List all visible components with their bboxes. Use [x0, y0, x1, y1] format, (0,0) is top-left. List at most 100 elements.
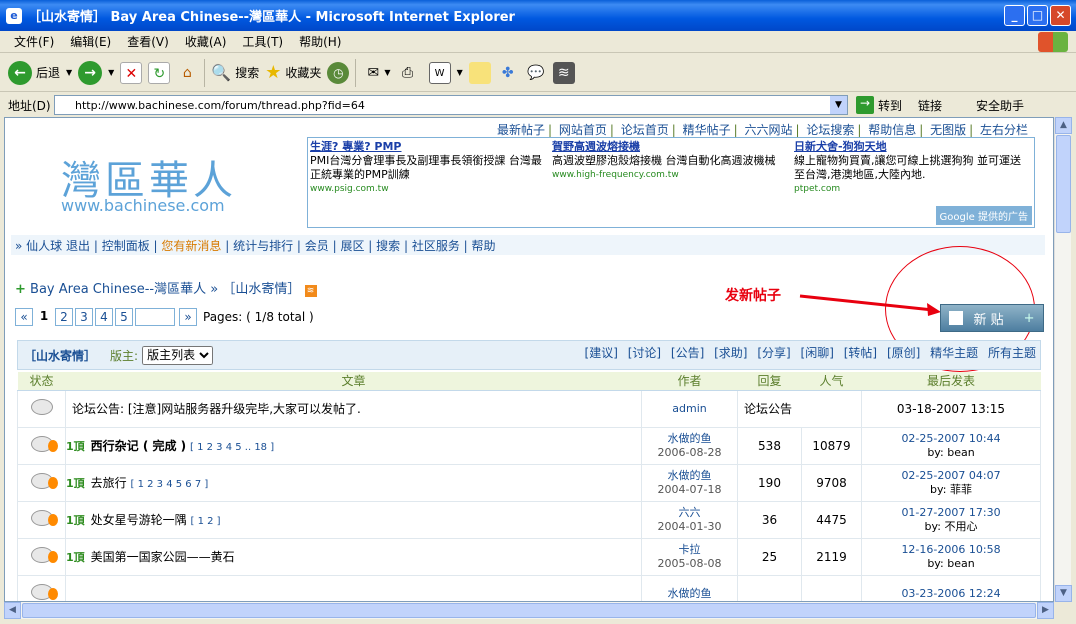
thread-title[interactable]: 西行杂记 ( 完成 )	[91, 439, 187, 453]
menu-file[interactable]: 文件(F)	[14, 33, 54, 50]
nav-exhibit[interactable]: 展区	[340, 239, 364, 253]
moderator-select[interactable]: 版主列表	[142, 345, 214, 365]
link-digest[interactable]: 精华帖子	[680, 123, 734, 137]
breadcrumb-site[interactable]: Bay Area Chinese--灣區華人	[30, 282, 206, 297]
link-help[interactable]: 帮助信息	[865, 123, 919, 137]
menu-edit[interactable]: 编辑(E)	[70, 33, 111, 50]
last-post-date[interactable]: 02-25-2007 10:44	[862, 432, 1040, 446]
vertical-scrollbar[interactable]: ▲ ▼	[1054, 117, 1072, 602]
nav-help[interactable]: 帮助	[472, 239, 496, 253]
cat-discuss[interactable]: [讨论]	[628, 346, 661, 360]
note-icon[interactable]	[468, 61, 491, 84]
thread-title[interactable]: 论坛公告: [注意]网站服务器升级完毕,大家可以发帖了.	[72, 402, 361, 416]
menu-view[interactable]: 查看(V)	[127, 33, 169, 50]
links-label[interactable]: 链接	[918, 97, 942, 114]
favorites-button[interactable]: ★ 收藏夹	[265, 62, 321, 83]
history-icon[interactable]: ◷	[327, 61, 350, 84]
link-split[interactable]: 左右分栏	[977, 123, 1031, 137]
thread-title[interactable]: 去旅行	[91, 476, 127, 490]
last-post-date[interactable]: 02-25-2007 04:07	[862, 469, 1040, 483]
cat-announce[interactable]: [公告]	[671, 346, 704, 360]
page-link[interactable]: 3	[75, 308, 93, 326]
scroll-down-icon[interactable]: ▼	[1055, 585, 1072, 602]
nav-user[interactable]: » 仙人球	[15, 239, 62, 253]
cat-chat[interactable]: [闲聊]	[801, 346, 834, 360]
mail-icon[interactable]: ✉	[362, 62, 384, 84]
nav-stats[interactable]: 统计与排行	[233, 239, 293, 253]
cat-all[interactable]: 所有主题	[988, 346, 1036, 360]
thread-title[interactable]: 美国第一国家公园——黄石	[91, 550, 235, 564]
thread-author[interactable]: 水做的鱼	[642, 587, 737, 601]
thread-pages[interactable]: [ 1 2 3 4 5 6 7 ]	[131, 479, 209, 490]
last-post-date[interactable]: 01-27-2007 17:30	[862, 506, 1040, 520]
go-button[interactable]: → 转到	[856, 96, 902, 114]
thread-author[interactable]: 水做的鱼	[642, 432, 737, 446]
nav-community[interactable]: 社区服务	[412, 239, 460, 253]
page-jump-input[interactable]	[135, 308, 175, 326]
thread-author[interactable]: 水做的鱼	[642, 469, 737, 483]
hscroll-thumb[interactable]	[22, 603, 1036, 618]
thread-pages[interactable]: [ 1 2 3 4 5 .. 18 ]	[190, 442, 274, 453]
back-button[interactable]: ← 后退 ▼	[8, 60, 72, 85]
address-input[interactable]: http://www.bachinese.com/forum/thread.ph…	[54, 95, 848, 115]
minimize-button[interactable]: _	[1004, 5, 1025, 26]
cat-original[interactable]: [原创]	[887, 346, 920, 360]
forum-name[interactable]: ［山水寄情］	[24, 347, 96, 364]
security-helper[interactable]: 安全助手	[976, 97, 1024, 114]
scroll-up-icon[interactable]: ▲	[1055, 117, 1072, 134]
breadcrumb-forum[interactable]: ［山水寄情］	[222, 282, 300, 297]
page-link[interactable]: 4	[95, 308, 113, 326]
search-button[interactable]: 🔍 搜索	[211, 63, 259, 82]
cat-suggest[interactable]: [建议]	[585, 346, 618, 360]
thread-author[interactable]: 六六	[642, 506, 737, 520]
scroll-left-icon[interactable]: ◀	[4, 602, 21, 619]
cat-help[interactable]: [求助]	[714, 346, 747, 360]
thread-title[interactable]: 处女星号游轮一隅	[91, 513, 187, 527]
print-icon[interactable]: ⎙	[397, 62, 419, 84]
nav-logout[interactable]: 退出	[66, 239, 90, 253]
link-home[interactable]: 网站首页	[556, 123, 610, 137]
google-ad-label[interactable]: Google 提供的广告	[935, 206, 1032, 225]
messenger-icon[interactable]: ✤	[497, 62, 519, 84]
menu-tools[interactable]: 工具(T)	[242, 33, 283, 50]
page-last[interactable]: »	[179, 308, 197, 326]
forward-button[interactable]: → ▼	[78, 60, 114, 85]
discuss-icon[interactable]: 💬	[525, 62, 547, 84]
nav-new-message[interactable]: 您有新消息	[161, 239, 221, 253]
menu-help[interactable]: 帮助(H)	[299, 33, 341, 50]
nav-control-panel[interactable]: 控制面板	[102, 239, 150, 253]
link-forum-home[interactable]: 论坛首页	[618, 123, 672, 137]
menu-favorites[interactable]: 收藏(A)	[185, 33, 227, 50]
last-post-date[interactable]: 12-16-2006 10:58	[862, 543, 1040, 557]
home-icon[interactable]: ⌂	[176, 62, 198, 84]
research-icon[interactable]: ≋	[552, 61, 575, 84]
refresh-icon[interactable]: ↻	[148, 61, 171, 84]
last-post-date[interactable]: 03-23-2006 12:24	[862, 587, 1040, 601]
link-latest[interactable]: 最新帖子	[494, 123, 548, 137]
edit-icon[interactable]: W	[428, 61, 451, 84]
scroll-right-icon[interactable]: ▶	[1037, 602, 1054, 619]
close-button[interactable]: ✕	[1050, 5, 1071, 26]
horizontal-scrollbar[interactable]: ◀ ▶	[4, 602, 1054, 619]
link-search[interactable]: 论坛搜索	[803, 123, 857, 137]
thread-author[interactable]: 卡拉	[642, 543, 737, 557]
page-first[interactable]: «	[15, 308, 33, 326]
cat-share[interactable]: [分享]	[757, 346, 790, 360]
nav-search[interactable]: 搜索	[376, 239, 400, 253]
page-link[interactable]: 5	[115, 308, 133, 326]
link-noimg[interactable]: 无图版	[927, 123, 969, 137]
ad-item[interactable]: 賀野高週波熔接機 高週波塑膠泡殼熔接機 台灣自動化高週波機械 www.high-fr…	[552, 140, 788, 182]
rss-icon[interactable]: ≋	[304, 285, 317, 297]
thread-author[interactable]: admin	[672, 402, 706, 415]
nav-members[interactable]: 会员	[305, 239, 329, 253]
stop-icon[interactable]: ✕	[120, 61, 143, 84]
new-post-button[interactable]: 新 贴 +	[940, 304, 1044, 332]
cat-repost[interactable]: [转帖]	[844, 346, 877, 360]
address-dropdown-icon[interactable]: ▼	[830, 96, 847, 114]
thread-pages[interactable]: [ 1 2 ]	[191, 516, 221, 527]
ad-item[interactable]: 生涯? 專業? PMP PMI台灣分會理事長及副理事長領銜授課 台灣最正統專業的P…	[310, 140, 546, 196]
maximize-button[interactable]: □	[1027, 5, 1048, 26]
scroll-thumb[interactable]	[1056, 135, 1071, 233]
ad-item[interactable]: 日新犬舍-狗狗天地 線上寵物狗買賣,讓您可線上挑選狗狗 並可運送至台灣,港澳地區,…	[794, 140, 1030, 196]
cat-digest[interactable]: 精华主题	[930, 346, 978, 360]
